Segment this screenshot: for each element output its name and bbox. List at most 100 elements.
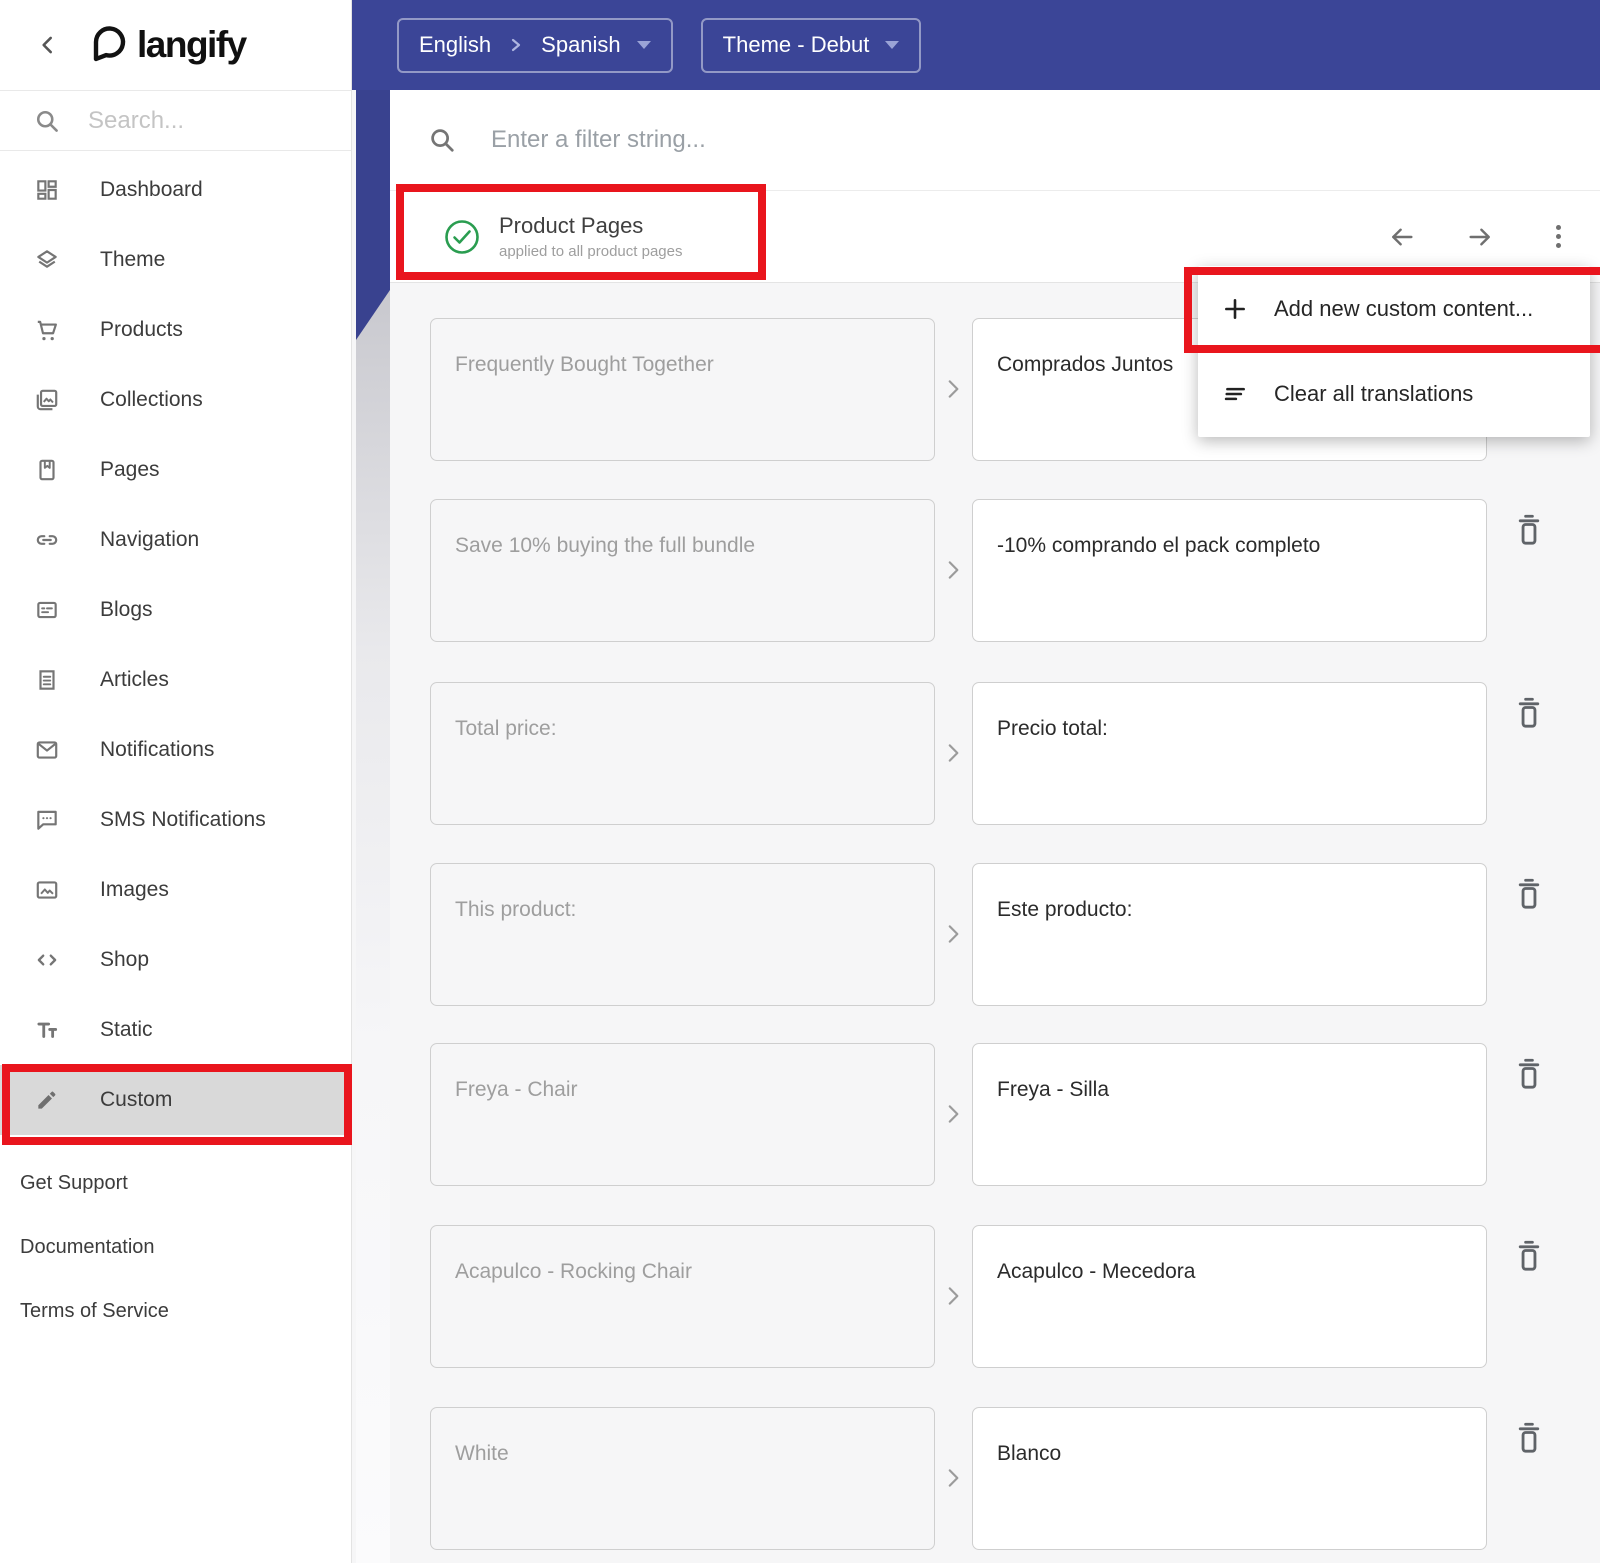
sidebar-item-pages[interactable]: Pages	[0, 435, 351, 505]
sidebar-header: langify	[0, 0, 351, 90]
delete-row-button[interactable]	[1512, 694, 1546, 734]
filter-bar	[390, 90, 1600, 191]
translation-row: Acapulco - Rocking Chair Acapulco - Mece…	[390, 1225, 1600, 1368]
source-text-box[interactable]: Save 10% buying the full bundle	[430, 499, 935, 642]
topbar: English Spanish Theme - Debut	[352, 0, 1600, 90]
target-language-label: Spanish	[541, 32, 621, 57]
text-format-icon	[34, 1017, 60, 1043]
sidebar-item-notifications[interactable]: Notifications	[0, 715, 351, 785]
sidebar-item-shop[interactable]: Shop	[0, 925, 351, 995]
chevron-right-icon	[940, 557, 966, 583]
delete-row-button[interactable]	[1512, 1237, 1546, 1277]
source-text-box[interactable]: Total price:	[430, 682, 935, 825]
sidebar-item-custom[interactable]: Custom	[0, 1065, 351, 1135]
sidebar: langify Dashboard Theme Products Collect…	[0, 0, 352, 1563]
source-text-box[interactable]: White	[430, 1407, 935, 1550]
sidebar-nav: Dashboard Theme Products Collections Pag…	[0, 151, 351, 1135]
more-options-button[interactable]	[1544, 223, 1572, 251]
theme-selector-label: Theme - Debut	[722, 32, 870, 57]
langify-logo: langify	[86, 23, 247, 67]
source-text-box[interactable]: Freya - Chair	[430, 1043, 935, 1186]
page-title: Product Pages	[499, 213, 644, 238]
source-text-box[interactable]: Acapulco - Rocking Chair	[430, 1225, 935, 1368]
filter-input[interactable]	[491, 126, 1291, 154]
delete-row-button[interactable]	[1512, 1419, 1546, 1459]
translation-row: White Blanco	[390, 1407, 1600, 1550]
documentation-link[interactable]: Documentation	[0, 1215, 351, 1279]
context-menu: Add new custom content... Clear all tran…	[1198, 266, 1590, 437]
terms-of-service-link[interactable]: Terms of Service	[0, 1279, 351, 1343]
content-header-panel: Product Pages applied to all product pag…	[390, 90, 1600, 283]
footer-link-label: Get Support	[20, 1171, 128, 1194]
sidebar-item-articles[interactable]: Articles	[0, 645, 351, 715]
translation-text-box[interactable]: Freya - Silla	[972, 1043, 1487, 1186]
delete-row-button[interactable]	[1512, 875, 1546, 915]
check-circle-icon	[442, 217, 482, 257]
source-text-box[interactable]: This product:	[430, 863, 935, 1006]
langify-app: { "app": { "logo_text": "langify" }, "to…	[0, 0, 1600, 1563]
chevron-right-icon	[940, 1101, 966, 1127]
sidebar-item-navigation[interactable]: Navigation	[0, 505, 351, 575]
sidebar-item-label: Notifications	[100, 738, 215, 761]
translation-row: This product: Este producto:	[390, 863, 1600, 1006]
chat-bubble-icon	[34, 807, 60, 833]
page-subtitle: applied to all product pages	[499, 243, 683, 260]
delete-row-button[interactable]	[1512, 511, 1546, 551]
next-page-button[interactable]	[1466, 223, 1494, 251]
sidebar-item-label: Products	[100, 318, 183, 341]
receipt-icon	[34, 667, 60, 693]
sidebar-item-blogs[interactable]: Blogs	[0, 575, 351, 645]
source-language-label: English	[419, 32, 492, 57]
translation-text-box[interactable]: Este producto:	[972, 863, 1487, 1006]
sidebar-search-input[interactable]	[88, 106, 308, 135]
translation-text-box[interactable]: Blanco	[972, 1407, 1487, 1550]
previous-page-button[interactable]	[1388, 223, 1416, 251]
sidebar-item-dashboard[interactable]: Dashboard	[0, 155, 351, 225]
translation-list: Frequently Bought Together Comprados Jun…	[390, 283, 1600, 1563]
arrow-right-icon	[1466, 223, 1494, 251]
sidebar-item-label: Pages	[100, 458, 160, 481]
get-support-link[interactable]: Get Support	[0, 1151, 351, 1215]
kebab-menu-icon	[1555, 225, 1561, 248]
footer-link-label: Terms of Service	[20, 1299, 169, 1322]
translation-text-box[interactable]: Precio total:	[972, 682, 1487, 825]
chevron-right-icon	[940, 740, 966, 766]
indigo-wedge	[356, 90, 390, 340]
add-new-custom-content-menu-item[interactable]: Add new custom content...	[1198, 266, 1590, 351]
sidebar-item-label: Collections	[100, 388, 203, 411]
sidebar-item-theme[interactable]: Theme	[0, 225, 351, 295]
translation-row: Save 10% buying the full bundle -10% com…	[390, 499, 1600, 642]
sidebar-item-label: Shop	[100, 948, 150, 971]
sidebar-item-collections[interactable]: Collections	[0, 365, 351, 435]
back-button[interactable]	[30, 27, 66, 63]
theme-selector[interactable]: Theme - Debut	[700, 17, 922, 73]
link-icon	[34, 527, 60, 553]
cart-icon	[34, 317, 60, 343]
clear-lines-icon	[1222, 381, 1248, 407]
sidebar-item-label: Articles	[100, 668, 169, 691]
sidebar-item-label: Dashboard	[100, 178, 203, 201]
dropdown-caret-icon	[636, 41, 651, 49]
logo-text: langify	[137, 24, 247, 65]
source-text-box[interactable]: Frequently Bought Together	[430, 318, 935, 461]
translation-text-box[interactable]: Acapulco - Mecedora	[972, 1225, 1487, 1368]
sidebar-item-label: SMS Notifications	[100, 808, 266, 831]
sidebar-item-products[interactable]: Products	[0, 295, 351, 365]
section-titles: Product Pages applied to all product pag…	[499, 213, 682, 260]
delete-row-button[interactable]	[1512, 1055, 1546, 1095]
langify-bubble-icon	[86, 23, 130, 67]
chevron-left-icon	[35, 32, 61, 58]
clear-all-translations-menu-item[interactable]: Clear all translations	[1198, 351, 1590, 436]
sidebar-item-images[interactable]: Images	[0, 855, 351, 925]
menu-item-label: Clear all translations	[1274, 380, 1474, 406]
translation-text-box[interactable]: -10% comprando el pack completo	[972, 499, 1487, 642]
sidebar-item-label: Navigation	[100, 528, 200, 551]
language-pair-selector[interactable]: English Spanish	[397, 17, 673, 73]
chevron-right-icon	[509, 36, 523, 54]
menu-item-label: Add new custom content...	[1274, 295, 1534, 321]
plus-icon	[1222, 296, 1248, 322]
chevron-right-icon	[940, 1465, 966, 1491]
sidebar-item-label: Blogs	[100, 598, 153, 621]
sidebar-item-sms-notifications[interactable]: SMS Notifications	[0, 785, 351, 855]
sidebar-item-static[interactable]: Static	[0, 995, 351, 1065]
